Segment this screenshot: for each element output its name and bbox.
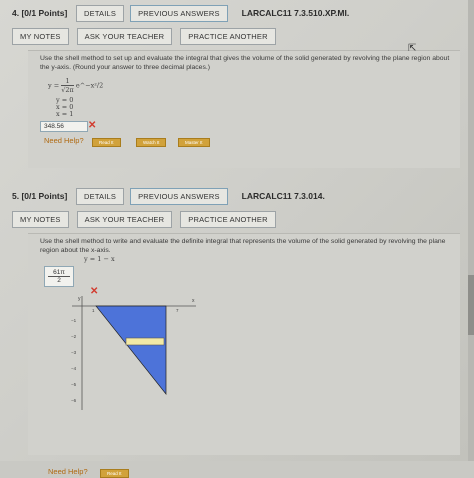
y-tick-neg3: −3 bbox=[71, 350, 77, 355]
scrollbar-thumb[interactable] bbox=[468, 275, 474, 335]
answer-input[interactable]: 348.56 bbox=[40, 121, 88, 132]
practice-another-button[interactable]: PRACTICE ANOTHER bbox=[180, 28, 276, 45]
my-notes-button[interactable]: MY NOTES bbox=[12, 28, 69, 45]
question-5-toolbar: MY NOTES ASK YOUR TEACHER PRACTICE ANOTH… bbox=[12, 211, 276, 228]
fraction: 1 √2π bbox=[61, 77, 74, 94]
master-it-button[interactable]: Master It bbox=[178, 138, 210, 147]
y-tick-neg6: −6 bbox=[71, 398, 77, 403]
scrollbar[interactable] bbox=[468, 0, 474, 461]
y-tick-labels: −1 −2 −3 −4 −5 −6 bbox=[71, 318, 77, 403]
need-help-label: Need Help? bbox=[48, 467, 88, 476]
shaded-region bbox=[95, 305, 167, 396]
ask-teacher-button[interactable]: ASK YOUR TEACHER bbox=[76, 211, 173, 228]
points-label: [0/1 Points] bbox=[21, 8, 68, 18]
representative-strip bbox=[125, 337, 165, 346]
question-5: 5. [0/1 Points] DETAILS PREVIOUS ANSWERS… bbox=[8, 183, 464, 478]
y-tick-neg1: −1 bbox=[71, 318, 77, 323]
region-graph: y x 1 2 3 4 5 6 7 −1 −2 −3 −4 −5 − bbox=[71, 296, 196, 410]
practice-another-button[interactable]: PRACTICE ANOTHER bbox=[180, 211, 276, 228]
question-4-header: 4. [0/1 Points] DETAILS PREVIOUS ANSWERS… bbox=[12, 0, 349, 26]
points-label: [0/1 Points] bbox=[21, 191, 68, 201]
question-5-points: 5. [0/1 Points] bbox=[12, 191, 70, 201]
exponential-term: e^−x²/2 bbox=[75, 81, 104, 90]
incorrect-icon: ✕ bbox=[88, 120, 97, 131]
question-number: 5. bbox=[12, 191, 20, 201]
answer-input[interactable]: 61π 2 bbox=[44, 266, 74, 287]
question-5-header: 5. [0/1 Points] DETAILS PREVIOUS ANSWERS… bbox=[12, 183, 325, 209]
y-tick-neg2: −2 bbox=[71, 334, 77, 339]
y-tick-neg4: −4 bbox=[71, 366, 77, 371]
ask-teacher-button[interactable]: ASK YOUR TEACHER bbox=[76, 28, 173, 45]
equation-lhs: y = bbox=[48, 81, 60, 90]
cursor-icon: ⇱ bbox=[408, 43, 417, 54]
x-axis-label: x bbox=[192, 298, 195, 304]
y-tick-neg5: −5 bbox=[71, 382, 77, 387]
answer-denominator: 2 bbox=[57, 277, 61, 284]
fraction-numerator: 1 bbox=[61, 77, 74, 86]
previous-answers-button[interactable]: PREVIOUS ANSWERS bbox=[130, 4, 228, 22]
equation-line: y = 1 − x bbox=[84, 255, 115, 263]
homework-page: 4. [0/1 Points] DETAILS PREVIOUS ANSWERS… bbox=[0, 0, 474, 478]
x-tick-1: 1 bbox=[92, 308, 95, 313]
answer-numerator: 61π bbox=[48, 269, 70, 277]
question-4: 4. [0/1 Points] DETAILS PREVIOUS ANSWERS… bbox=[8, 0, 464, 174]
question-5-panel: Use the shell method to write and evalua… bbox=[28, 233, 460, 478]
read-it-button[interactable]: Read It bbox=[92, 138, 121, 147]
question-prompt: Use the shell method to set up and evalu… bbox=[40, 55, 450, 71]
question-4-toolbar: MY NOTES ASK YOUR TEACHER PRACTICE ANOTH… bbox=[12, 28, 276, 45]
details-button[interactable]: DETAILS bbox=[76, 4, 125, 22]
read-it-button[interactable]: Read It bbox=[100, 469, 129, 478]
equation-y: y = 1 √2π e^−x²/2 bbox=[48, 77, 103, 94]
watch-it-button[interactable]: Watch It bbox=[136, 138, 167, 147]
details-button[interactable]: DETAILS bbox=[76, 187, 125, 205]
x-tick-7: 7 bbox=[176, 308, 179, 313]
question-number: 4. bbox=[12, 8, 20, 18]
previous-answers-button[interactable]: PREVIOUS ANSWERS bbox=[130, 187, 228, 205]
fraction-denominator: √2π bbox=[61, 86, 74, 94]
question-prompt: Use the shell method to write and evalua… bbox=[40, 238, 446, 254]
need-help-label: Need Help? bbox=[44, 136, 84, 145]
question-4-points: 4. [0/1 Points] bbox=[12, 8, 70, 18]
question-4-panel: Use the shell method to set up and evalu… bbox=[28, 43, 460, 168]
problem-code: LARCALC11 7.3.014. bbox=[241, 191, 325, 201]
y-axis-label: y bbox=[78, 296, 81, 302]
equation-x-1: x = 1 bbox=[56, 110, 74, 118]
problem-code: LARCALC11 7.3.510.XP.MI. bbox=[241, 8, 350, 18]
my-notes-button[interactable]: MY NOTES bbox=[12, 211, 69, 228]
